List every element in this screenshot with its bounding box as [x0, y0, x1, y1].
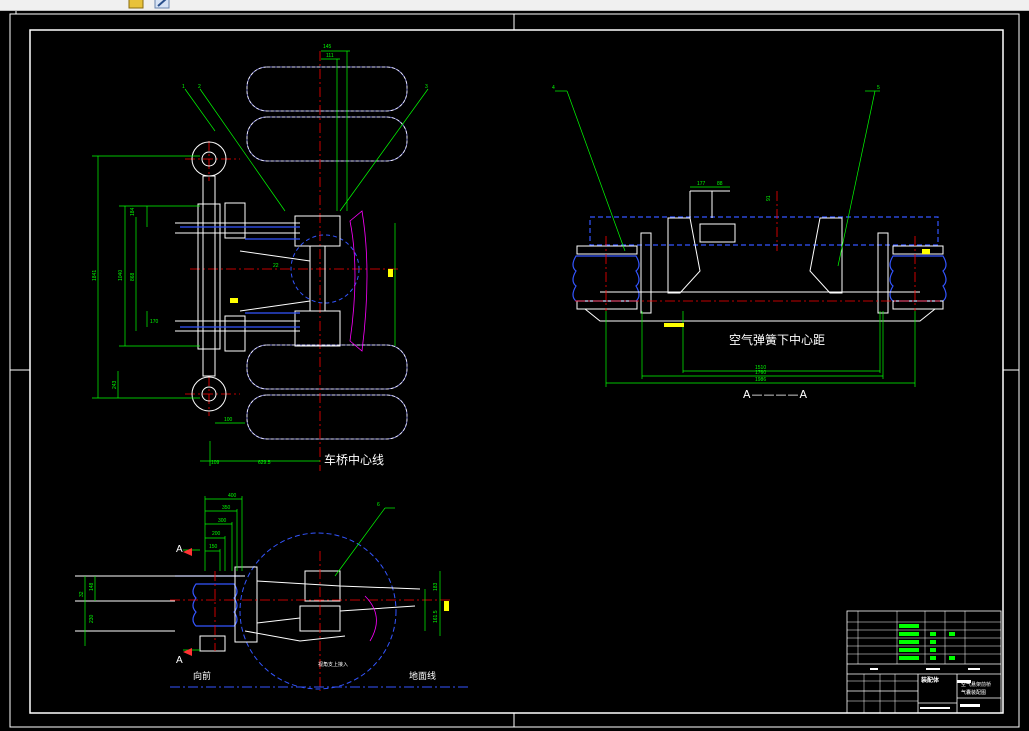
svg-text:100: 100 [224, 417, 233, 423]
title-block-name: 装配体 [921, 677, 940, 684]
svg-text:868: 868 [130, 272, 136, 281]
svg-text:350: 350 [222, 505, 231, 511]
svg-text:111: 111 [326, 53, 334, 59]
svg-text:22: 22 [273, 263, 279, 269]
svg-text:150: 150 [209, 544, 218, 550]
axle-centerline-label: 车桥中心线 [324, 453, 385, 467]
note-label: 视角支上接入 [318, 662, 349, 668]
svg-text:629.5: 629.5 [258, 460, 271, 466]
svg-text:300: 300 [218, 518, 227, 524]
svg-text:88: 88 [717, 181, 723, 187]
svg-text:1: 1 [182, 84, 185, 90]
svg-text:109: 109 [211, 460, 220, 466]
drawing-frame [9, 11, 1020, 728]
svg-text:5: 5 [877, 85, 880, 91]
svg-text:1040: 1040 [118, 270, 124, 281]
title-block-design-line1: 空气悬架前桥 [961, 682, 992, 688]
svg-text:170: 170 [150, 319, 159, 325]
svg-text:161.5: 161.5 [433, 610, 439, 623]
section-mark-upper: A [176, 544, 183, 555]
air-spring-center-distance-label: 空气弹簧下中心距 [729, 333, 826, 347]
toolbar [0, 0, 1029, 11]
svg-text:91: 91 [766, 195, 772, 201]
svg-text:200: 200 [212, 531, 221, 537]
edit-icon[interactable] [152, 0, 174, 10]
svg-text:148: 148 [89, 582, 95, 591]
svg-text:145: 145 [323, 44, 332, 50]
svg-text:400: 400 [228, 493, 237, 499]
svg-text:1986: 1986 [755, 377, 766, 383]
svg-text:1760: 1760 [755, 370, 766, 376]
section-label: A————A [743, 388, 809, 401]
title-block-design-line2: 气囊装配图 [961, 690, 987, 696]
svg-text:3: 3 [425, 84, 428, 90]
svg-text:230: 230 [89, 614, 95, 623]
svg-text:243: 243 [112, 380, 118, 389]
side-view: A A 400 350 300 200 150 6 32 148 230 183… [75, 493, 470, 691]
svg-text:1841: 1841 [92, 270, 98, 281]
open-file-icon[interactable] [126, 0, 148, 10]
title-block [846, 610, 1002, 714]
svg-text:183: 183 [433, 582, 439, 591]
top-view: 1 2 3 145 111 109 629.5 100 22 1841 1040… [92, 44, 429, 471]
section-mark-lower: A [176, 655, 183, 666]
svg-text:4: 4 [552, 85, 555, 91]
cad-drawing-canvas[interactable]: 1 2 3 145 111 109 629.5 100 22 1841 1040… [0, 11, 1029, 731]
svg-text:184: 184 [130, 207, 136, 216]
svg-text:2: 2 [198, 84, 201, 90]
svg-text:32: 32 [79, 591, 85, 597]
svg-text:177: 177 [697, 181, 706, 187]
front-direction-label: 向前 [193, 672, 212, 682]
ground-line-label: 地面线 [409, 672, 437, 682]
svg-text:6: 6 [377, 502, 380, 508]
